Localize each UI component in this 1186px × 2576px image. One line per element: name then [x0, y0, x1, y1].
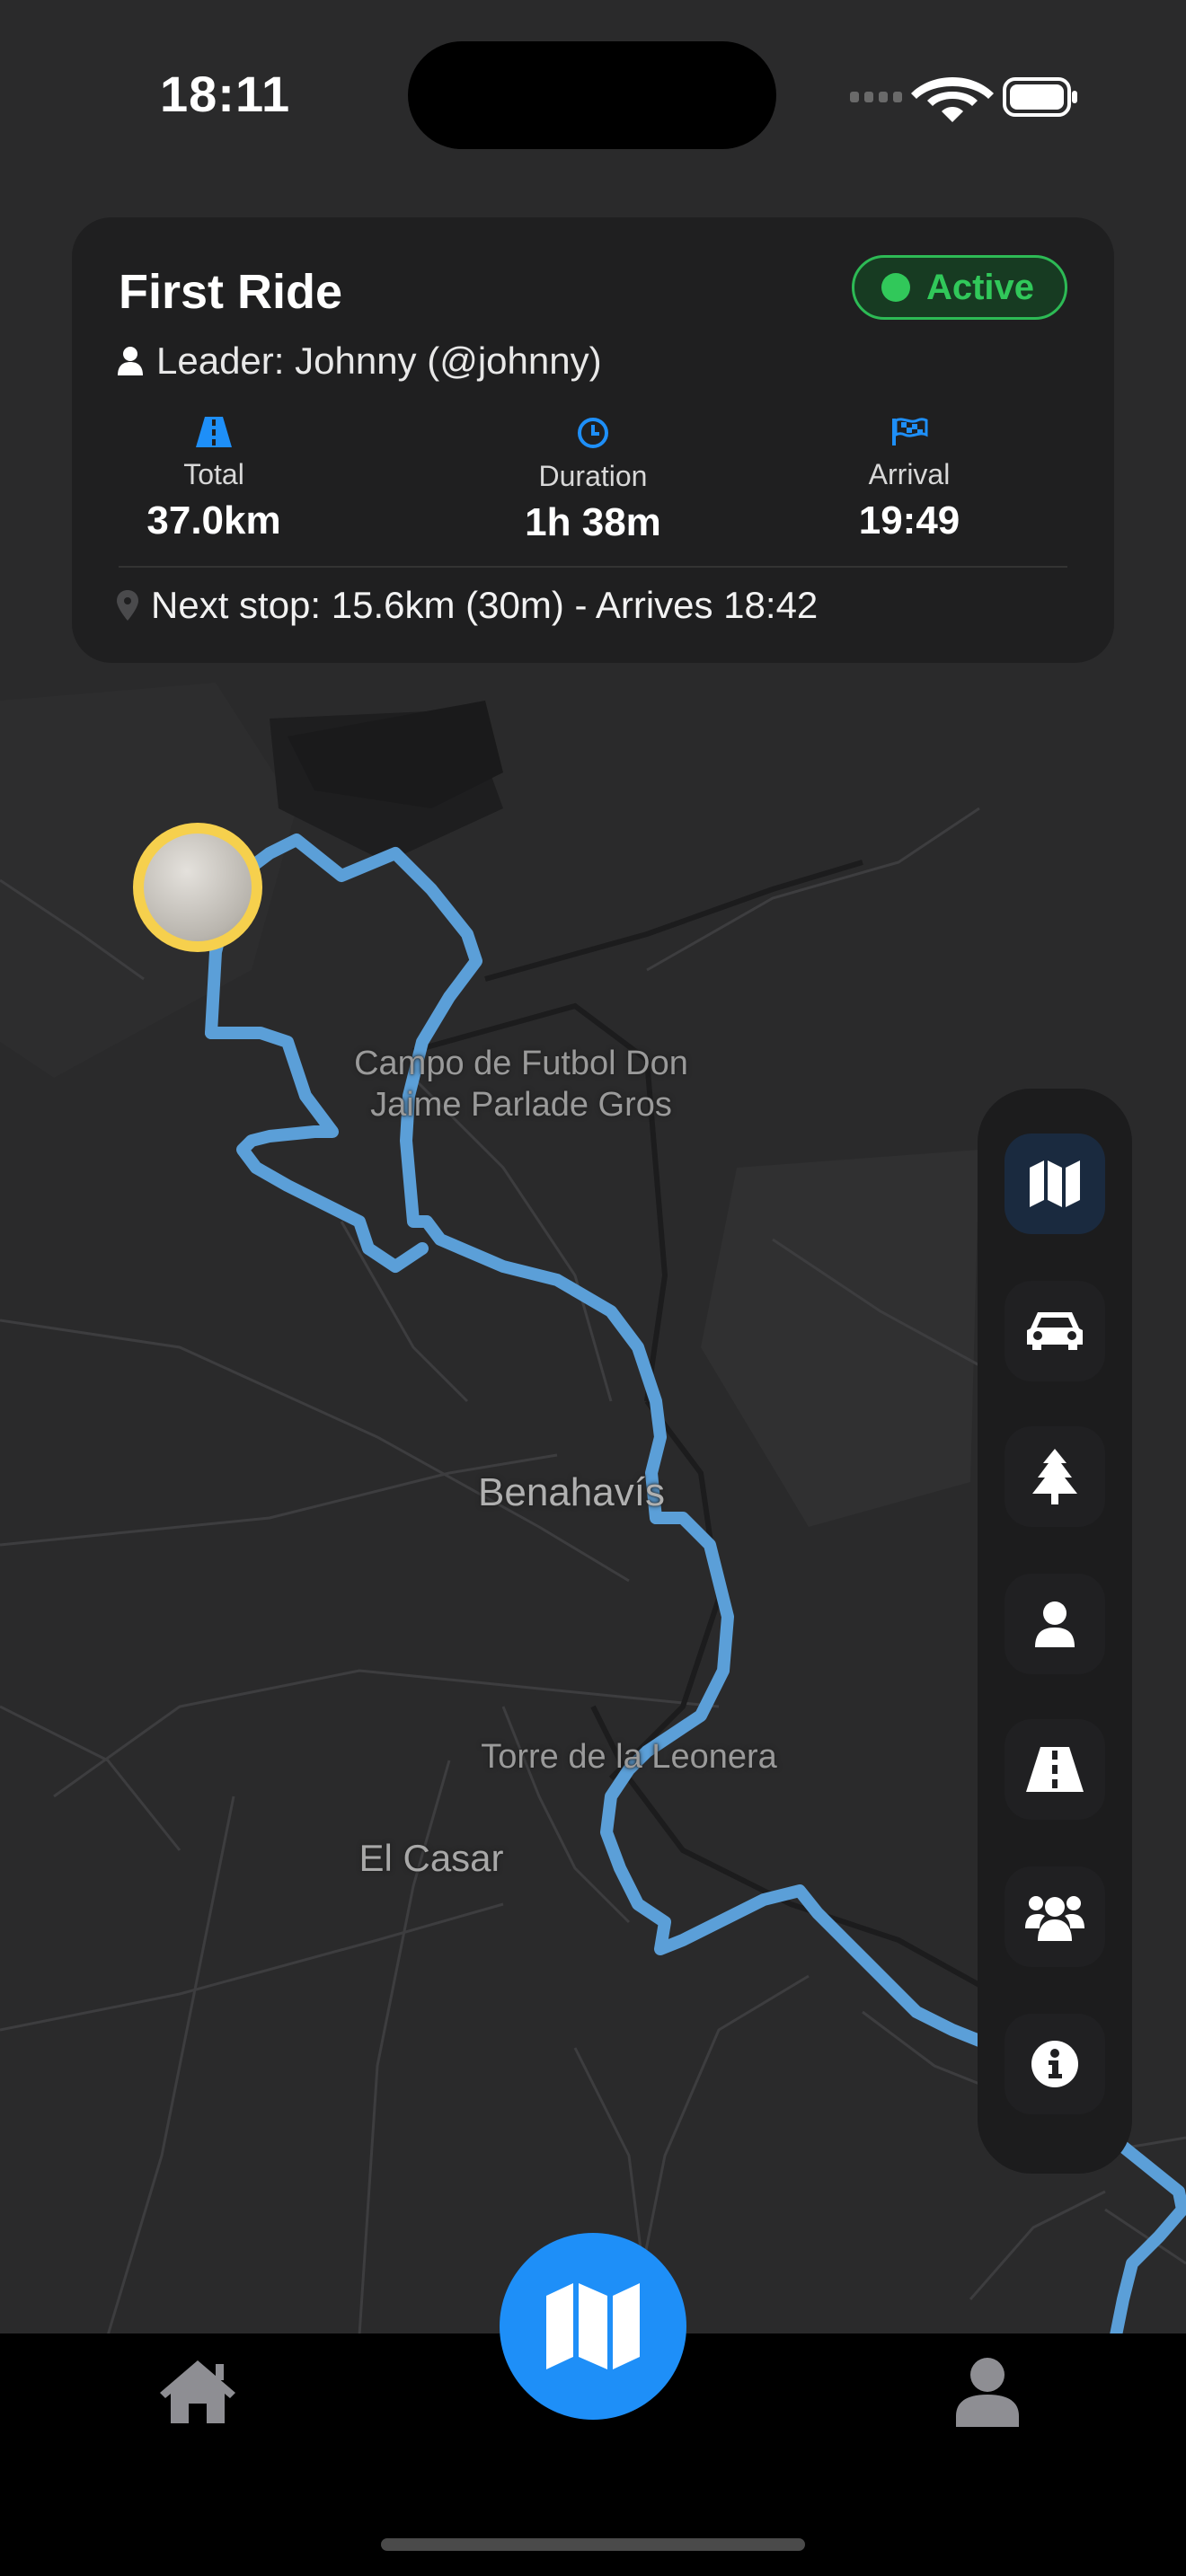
leader-text: Leader: Johnny (@johnny) — [156, 340, 602, 382]
status-label: Active — [925, 267, 1034, 307]
info-icon — [1031, 2041, 1078, 2087]
stat-arrival: Arrival 19:49 — [774, 417, 1044, 543]
home-indicator — [381, 2538, 805, 2551]
rider-avatar — [144, 834, 252, 941]
dynamic-island — [408, 41, 776, 149]
stat-label-total: Total — [183, 458, 244, 490]
next-stop-text: Next stop: 15.6km (30m) - Arrives 18:42 — [151, 584, 819, 626]
rider-location-marker[interactable] — [133, 823, 262, 952]
map-label-campo: Campo de Futbol Don Jaime Parlade Gros — [354, 1045, 688, 1124]
ride-info-card[interactable]: First Ride Active Leader: Johnny (@johnn… — [72, 217, 1114, 663]
road-icon — [1026, 1747, 1084, 1792]
cellular-signal-icon — [850, 92, 902, 102]
status-time: 18:11 — [160, 66, 291, 122]
flag-icon — [892, 418, 928, 446]
profile-icon[interactable] — [956, 2357, 1019, 2427]
stat-value-arrival: 19:49 — [858, 498, 960, 543]
map-icon — [546, 2283, 640, 2369]
layer-group-button[interactable] — [1005, 1866, 1105, 1967]
users-icon — [1025, 1896, 1084, 1941]
map-label-el-casar: El Casar — [358, 1837, 504, 1879]
battery-icon — [1003, 77, 1077, 117]
layer-roads-button[interactable] — [1005, 1719, 1105, 1820]
active-dot — [881, 273, 910, 302]
stat-value-total: 37.0km — [146, 498, 281, 543]
clock-icon — [578, 418, 608, 448]
user-icon — [118, 347, 143, 375]
home-icon[interactable] — [158, 2359, 237, 2423]
map-icon — [1030, 1160, 1080, 1207]
stat-label-duration: Duration — [538, 460, 648, 492]
road-icon — [196, 417, 232, 447]
layer-riders-button[interactable] — [1005, 1574, 1105, 1674]
status-icons — [850, 77, 1077, 122]
car-icon — [1027, 1312, 1083, 1350]
stat-value-duration: 1h 38m — [525, 500, 661, 544]
tree-icon — [1032, 1449, 1077, 1504]
location-pin-icon — [117, 590, 138, 621]
layer-map-button[interactable] — [1005, 1134, 1105, 1234]
next-stop-row: Next stop: 15.6km (30m) - Arrives 18:42 — [117, 584, 818, 627]
layer-info-button[interactable] — [1005, 2014, 1105, 2114]
card-divider — [119, 566, 1067, 568]
map-layer-panel — [978, 1089, 1132, 2174]
map-label-benahavis: Benahavís — [478, 1470, 665, 1514]
stat-label-arrival: Arrival — [868, 458, 951, 490]
user-icon — [1035, 1601, 1075, 1647]
map-label-torre: Torre de la Leonera — [481, 1738, 777, 1776]
layer-nature-button[interactable] — [1005, 1426, 1105, 1527]
map-tab-button[interactable] — [500, 2233, 686, 2420]
layer-car-button[interactable] — [1005, 1281, 1105, 1381]
ride-title: First Ride — [119, 265, 343, 319]
stat-duration: Duration 1h 38m — [458, 417, 728, 545]
stat-total: Total 37.0km — [79, 417, 349, 543]
wifi-icon — [911, 77, 994, 122]
leader-row: Leader: Johnny (@johnny) — [117, 340, 602, 383]
status-badge: Active — [851, 255, 1067, 320]
